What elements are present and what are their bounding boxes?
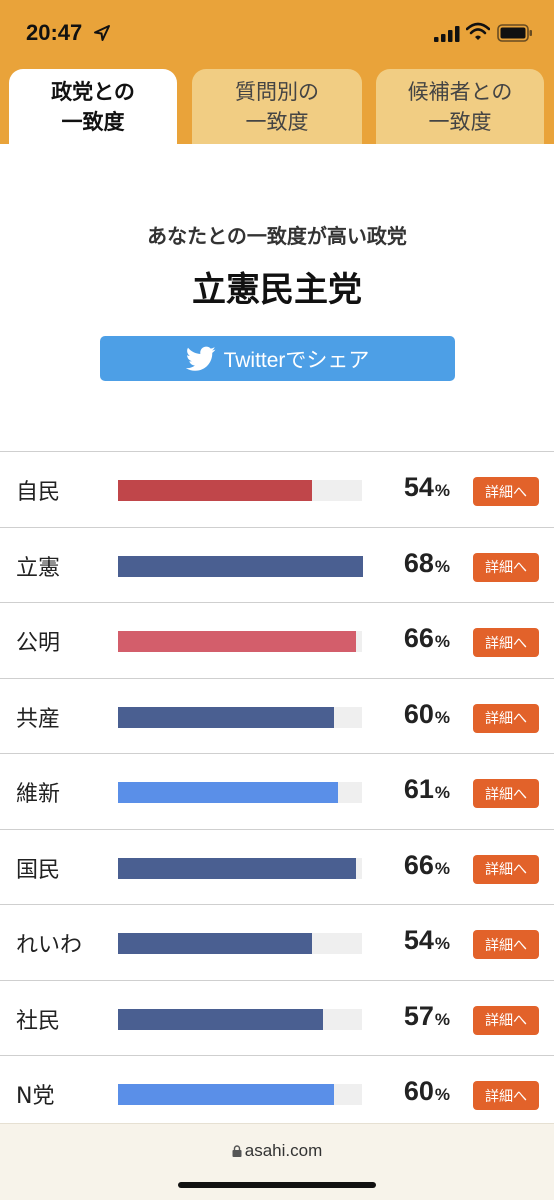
twitter-bird-icon (185, 346, 216, 371)
match-percent: 66% (404, 623, 450, 654)
address-bar[interactable]: asahi.com (0, 1141, 554, 1161)
share-button-label: Twitterでシェア (223, 348, 370, 372)
twitter-share-button[interactable]: Twitterでシェア (100, 336, 455, 381)
party-row: れいわ 54% 詳細へ (0, 905, 554, 981)
percent-unit: % (434, 1009, 450, 1029)
status-bar: 20:47 (0, 0, 554, 66)
party-row: 国民 66% 詳細へ (0, 830, 554, 905)
percent-unit: % (434, 934, 450, 953)
tab-label: 候補者との 一致度 (407, 79, 513, 134)
tab-candidate-match[interactable]: 候補者との 一致度 (376, 69, 544, 144)
match-percent: 57% (404, 1001, 450, 1032)
match-percent-value: 54 (403, 925, 434, 955)
detail-button[interactable]: 詳細へ (473, 854, 539, 884)
detail-button[interactable]: 詳細へ (473, 1081, 539, 1110)
match-bar-fill (118, 480, 313, 501)
percent-unit: % (434, 556, 450, 576)
party-row: 自民 54% 詳細へ (0, 452, 554, 528)
party-row: 維新 61% 詳細へ (0, 754, 554, 830)
detail-button[interactable]: 詳細へ (473, 703, 539, 733)
match-bar-fill (118, 782, 338, 803)
party-name: れいわ (16, 933, 83, 958)
match-bar-fill (118, 555, 363, 577)
detail-button[interactable]: 詳細へ (473, 552, 539, 582)
top-party-name: 立憲民主党 (192, 270, 362, 310)
match-percent: 54% (404, 925, 450, 956)
detail-button[interactable]: 詳細へ (473, 477, 539, 506)
party-name: 社民 (16, 1008, 61, 1034)
home-indicator[interactable] (178, 1182, 376, 1188)
match-bar-fill (118, 1008, 324, 1030)
browser-bottom-bar: asahi.com (0, 1123, 554, 1200)
party-name: 公明 (16, 631, 61, 656)
party-row: 立憲 68% 詳細へ (0, 528, 554, 603)
tab-party-match[interactable]: 政党との 一致度 (9, 69, 177, 144)
result-subtitle: あなたとの一致度が高い政党 (147, 224, 407, 248)
percent-unit: % (434, 707, 450, 727)
party-name: 維新 (16, 782, 61, 807)
match-percent-value: 66 (403, 623, 434, 653)
party-name: 立憲 (16, 555, 61, 581)
match-percent-value: 60 (403, 1076, 434, 1106)
match-percent: 60% (404, 1076, 450, 1107)
percent-unit: % (434, 632, 450, 651)
match-percent-value: 66 (403, 849, 434, 880)
url-domain: asahi.com (244, 1141, 323, 1160)
match-percent-value: 61 (403, 774, 434, 804)
battery-icon (497, 24, 532, 42)
match-percent: 61% (404, 774, 450, 805)
match-percent-value: 57 (403, 1000, 434, 1031)
match-bar-track (118, 782, 362, 803)
tab-question-match[interactable]: 質問別の 一致度 (192, 69, 362, 144)
match-percent-value: 54 (403, 472, 434, 502)
match-bar-track (118, 933, 362, 954)
detail-button[interactable]: 詳細へ (473, 779, 539, 808)
party-name: 共産 (16, 706, 61, 732)
party-match-list: 自民 54% 詳細へ 立憲 68% 詳細へ 公明 66% 詳細へ 共産 60% 詳細へ 維新 61% 詳細へ… (0, 451, 554, 1132)
percent-unit: % (434, 481, 450, 500)
location-arrow-icon (94, 25, 110, 41)
status-time: 20:47 (26, 20, 83, 45)
match-bar-fill (118, 1084, 334, 1105)
tab-label: 政党との 一致度 (51, 79, 135, 134)
lock-icon (232, 1145, 242, 1157)
match-bar-fill (118, 706, 334, 728)
party-name: N党 (16, 1084, 55, 1109)
percent-unit: % (434, 858, 450, 878)
percent-unit: % (434, 783, 450, 802)
match-percent: 54% (404, 472, 450, 503)
match-bar-track (118, 1008, 362, 1030)
detail-button[interactable]: 詳細へ (473, 930, 539, 959)
party-name: 自民 (16, 480, 61, 505)
match-bar-track (118, 480, 362, 501)
match-bar-fill (118, 933, 313, 954)
match-bar-track (118, 631, 362, 652)
match-percent-value: 60 (403, 698, 434, 729)
cellular-signal-icon (434, 26, 460, 42)
match-bar-track (118, 706, 362, 728)
party-row: 共産 60% 詳細へ (0, 679, 554, 754)
match-bar-track (118, 555, 363, 577)
party-row: 社民 57% 詳細へ (0, 981, 554, 1056)
match-bar-track (118, 857, 362, 879)
wifi-icon (466, 22, 490, 40)
match-percent: 66% (404, 850, 450, 881)
match-bar-fill (118, 857, 356, 879)
detail-button[interactable]: 詳細へ (473, 1005, 539, 1035)
match-percent-value: 68 (403, 547, 434, 578)
party-name: 国民 (16, 857, 61, 883)
tab-label: 質問別の 一致度 (235, 79, 319, 134)
app-header: 20:47 政党との 一致度 質問別の 一致度 候補者との 一致度 (0, 0, 554, 144)
detail-button[interactable]: 詳細へ (473, 628, 539, 657)
percent-unit: % (434, 1085, 450, 1104)
match-percent: 68% (404, 548, 450, 579)
party-row: N党 60% 詳細へ (0, 1056, 554, 1132)
match-bar-track (118, 1084, 362, 1105)
party-row: 公明 66% 詳細へ (0, 603, 554, 679)
match-bar-fill (118, 631, 356, 652)
match-percent: 60% (404, 699, 450, 730)
